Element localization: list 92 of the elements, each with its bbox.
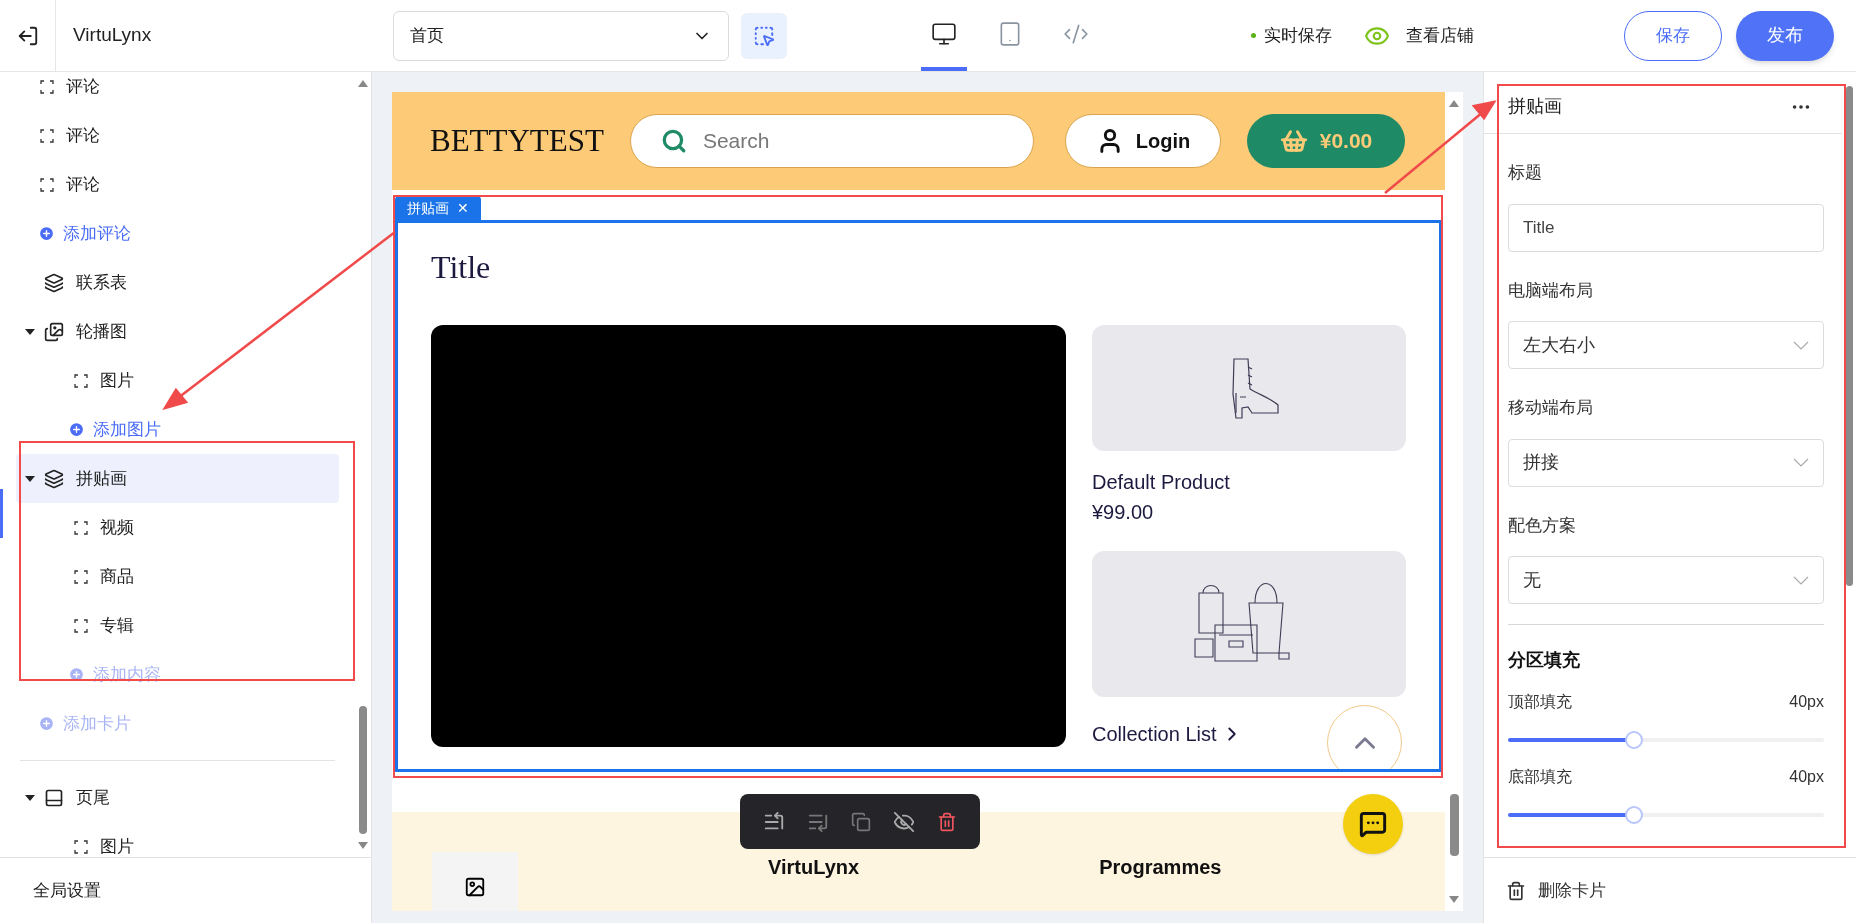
site-name: VirtuLynx xyxy=(73,23,153,48)
delete-icon[interactable] xyxy=(937,811,957,832)
delete-card-button[interactable]: 删除卡片 xyxy=(1538,877,1606,904)
slider-value: 40px xyxy=(1789,692,1824,712)
chevron-down-icon xyxy=(1793,340,1809,350)
exit-icon[interactable] xyxy=(16,24,39,47)
search-field[interactable]: Search xyxy=(629,114,1034,168)
element-icon xyxy=(40,79,54,94)
trash-icon xyxy=(1506,880,1526,901)
scroll-up-icon[interactable] xyxy=(358,80,368,87)
tree-section-item[interactable]: 联系表 xyxy=(16,258,339,307)
tree-item[interactable]: 商品 xyxy=(100,563,134,590)
footer-heading: VirtuLynx xyxy=(768,855,860,880)
tree-section-item[interactable]: 拼贴画 xyxy=(16,454,339,503)
field-label: 配色方案 xyxy=(1508,514,1577,537)
save-button[interactable]: 保存 xyxy=(1624,10,1722,61)
element-icon xyxy=(74,618,88,633)
element-icon xyxy=(74,373,88,388)
tree-section-item[interactable]: 页尾 xyxy=(16,773,339,822)
element-icon xyxy=(40,177,54,192)
tree-item[interactable]: 视频 xyxy=(100,514,134,541)
layout-select[interactable]: 左大右小 xyxy=(1508,321,1824,369)
autosave-status: 实时保存 xyxy=(1264,24,1332,47)
section-tag[interactable]: 拼贴画 ✕ xyxy=(395,196,481,220)
slider-track[interactable] xyxy=(1508,731,1824,749)
select-tool-button[interactable] xyxy=(741,12,787,59)
layout-select[interactable]: 无 xyxy=(1508,556,1824,604)
plus-icon xyxy=(38,715,55,732)
scroll-down-icon[interactable] xyxy=(1449,896,1459,903)
duplicate-icon[interactable] xyxy=(851,811,871,832)
footer-heading: Programmes xyxy=(1099,855,1222,880)
element-icon xyxy=(74,520,88,535)
scrollbar-thumb[interactable] xyxy=(1449,794,1459,856)
add-link[interactable]: 添加评论 xyxy=(38,220,131,247)
scroll-down-icon[interactable] xyxy=(358,842,368,849)
section-title: Title xyxy=(431,248,492,287)
tree-item[interactable]: 评论 xyxy=(66,73,100,100)
field-label: 标题 xyxy=(1508,162,1543,184)
slider-thumb[interactable] xyxy=(1625,731,1644,749)
view-store-link[interactable]: 查看店铺 xyxy=(1406,22,1474,49)
footer-layout-icon xyxy=(44,787,64,808)
page-select[interactable]: 首页 xyxy=(393,10,729,61)
section-heading: 分区填充 xyxy=(1508,649,1581,672)
login-button[interactable]: Login xyxy=(1065,114,1221,168)
element-icon xyxy=(40,128,54,143)
store-logo[interactable]: BETTYTEST xyxy=(430,117,604,165)
collection-link[interactable]: Collection List xyxy=(1092,719,1243,749)
plus-icon xyxy=(68,421,85,438)
scroll-up-icon[interactable] xyxy=(1449,100,1459,107)
select-tool-icon xyxy=(753,24,775,47)
caret-down-icon[interactable] xyxy=(25,328,35,335)
publish-button[interactable]: 发布 xyxy=(1736,10,1834,61)
chevron-down-icon xyxy=(1793,575,1809,585)
close-icon[interactable]: ✕ xyxy=(457,197,469,219)
element-icon xyxy=(74,569,88,584)
slider-thumb[interactable] xyxy=(1625,806,1644,824)
field-label: 电脑端布局 xyxy=(1508,279,1594,302)
slider-label: 底部填充 xyxy=(1508,767,1572,787)
chevron-down-icon xyxy=(1793,458,1809,467)
image-icon xyxy=(44,321,64,342)
collage-section[interactable]: Title Default Product ¥99.00 Collection List xyxy=(395,220,1442,772)
element-icon xyxy=(74,839,88,854)
slider-track[interactable] xyxy=(1508,806,1824,824)
title-input[interactable]: Title xyxy=(1508,203,1824,252)
stack-icon xyxy=(44,272,64,293)
tree-item[interactable]: 评论 xyxy=(66,122,100,149)
tree-section-item[interactable]: 轮播图 xyxy=(16,307,339,356)
add-link[interactable]: 添加图片 xyxy=(68,416,161,443)
panel-title: 拼贴画 xyxy=(1508,95,1562,118)
tree-item[interactable]: 图片 xyxy=(100,367,134,394)
basket-icon xyxy=(1279,127,1308,155)
caret-down-icon[interactable] xyxy=(25,475,35,482)
slider-value: 40px xyxy=(1789,767,1824,787)
plus-icon xyxy=(38,225,55,242)
tree-item[interactable]: 图片 xyxy=(100,833,134,857)
slider-label: 顶部填充 xyxy=(1508,692,1572,712)
stack-icon xyxy=(44,468,64,489)
search-icon xyxy=(660,128,687,154)
layout-select[interactable]: 拼接 xyxy=(1508,438,1824,487)
tree-item[interactable]: 评论 xyxy=(66,171,100,198)
product-price: ¥99.00 xyxy=(1092,500,1155,525)
field-label: 移动端布局 xyxy=(1508,397,1594,419)
product-name[interactable]: Default Product xyxy=(1092,467,1406,497)
desktop-device-icon xyxy=(931,20,957,47)
scrollbar-thumb[interactable] xyxy=(359,706,367,834)
image-placeholder-icon xyxy=(464,876,486,898)
caret-down-icon[interactable] xyxy=(25,794,35,801)
global-settings-link[interactable]: 全局设置 xyxy=(33,877,101,904)
collection-image-card[interactable] xyxy=(1092,551,1406,697)
chat-icon xyxy=(1359,810,1387,838)
tree-item[interactable]: 专辑 xyxy=(100,612,134,639)
hide-icon[interactable] xyxy=(893,810,915,833)
